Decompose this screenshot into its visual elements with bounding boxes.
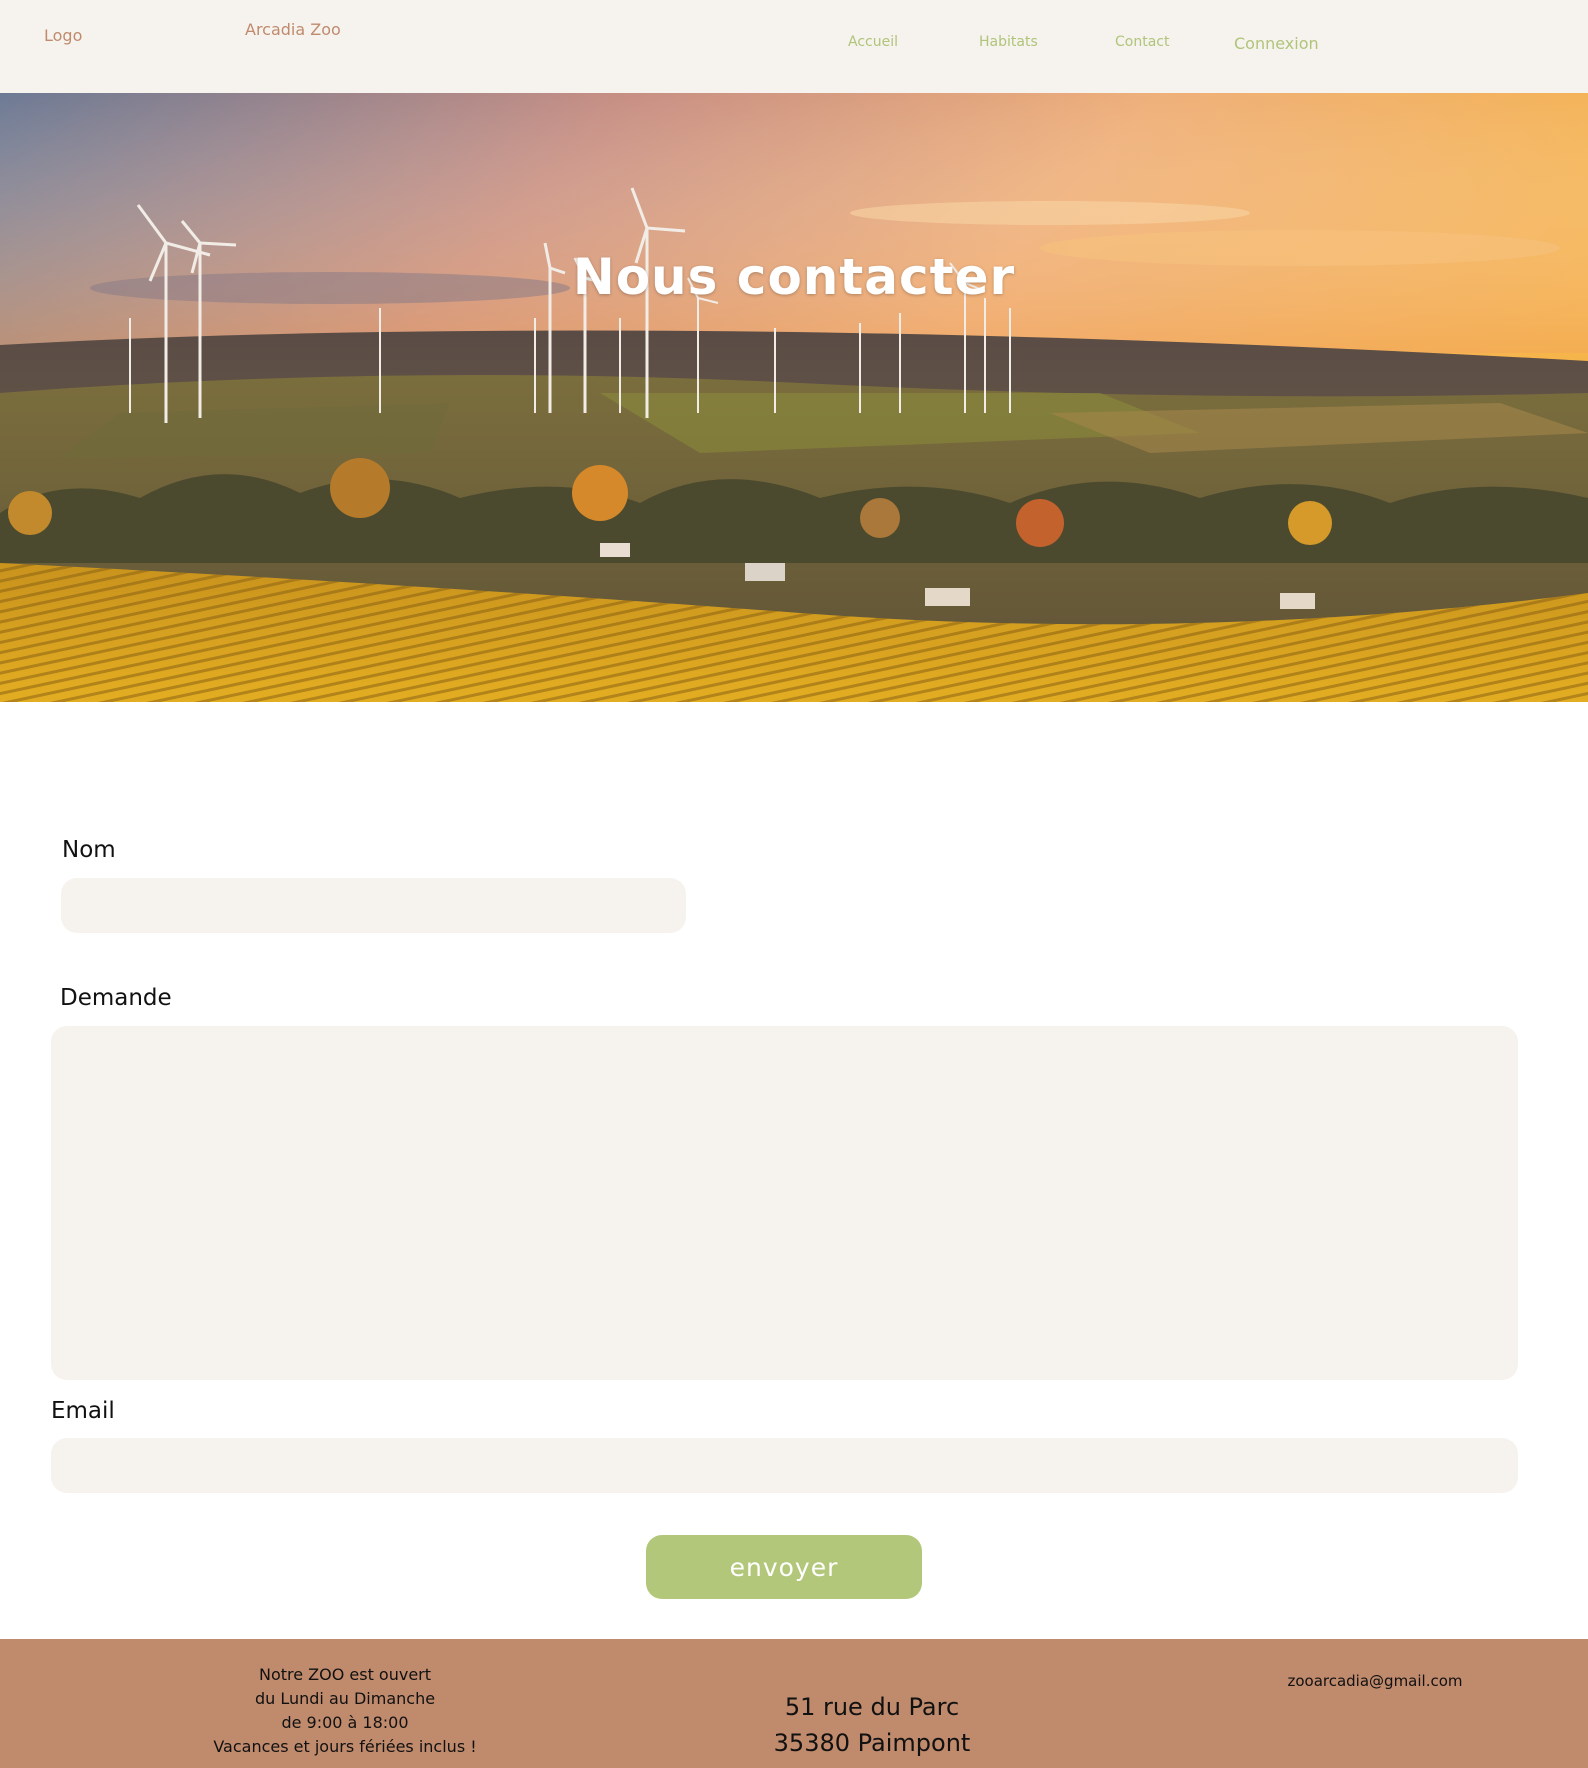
zoo-address: 51 rue du Parc 35380 Paimpont (722, 1689, 1022, 1761)
hero-banner: Nous contacter (0, 93, 1588, 702)
footer-email-link[interactable]: zooarcadia@gmail.com (1240, 1672, 1510, 1690)
hours-line: Vacances et jours fériées inclus ! (213, 1737, 477, 1756)
nav-link-accueil[interactable]: Accueil (848, 34, 898, 50)
opening-hours: Notre ZOO est ouvert du Lundi au Dimanch… (205, 1663, 485, 1759)
address-city: 35380 Paimpont (773, 1729, 971, 1757)
site-brand-name[interactable]: Arcadia Zoo (245, 20, 341, 39)
page-title: Nous contacter (572, 248, 1016, 306)
site-logo[interactable]: Logo (44, 26, 82, 45)
hours-line: Notre ZOO est ouvert (258, 1665, 432, 1684)
site-footer: Notre ZOO est ouvert du Lundi au Dimanch… (0, 1639, 1588, 1768)
nav-link-contact[interactable]: Contact (1115, 34, 1169, 50)
nom-input[interactable] (61, 878, 686, 933)
nom-label: Nom (62, 837, 116, 863)
site-header: Logo Arcadia Zoo Accueil Habitats Contac… (0, 0, 1588, 93)
hours-line: du Lundi au Dimanche (254, 1689, 436, 1708)
demande-label: Demande (60, 985, 172, 1011)
email-input[interactable] (51, 1438, 1518, 1493)
hero-landscape-image (0, 93, 1588, 702)
nav-link-connexion[interactable]: Connexion (1234, 34, 1319, 53)
nav-link-habitats[interactable]: Habitats (979, 34, 1038, 50)
address-street: 51 rue du Parc (784, 1693, 960, 1721)
email-label: Email (51, 1398, 115, 1424)
demande-textarea[interactable] (51, 1026, 1518, 1380)
send-button[interactable]: envoyer (646, 1535, 922, 1599)
hours-line: de 9:00 à 18:00 (281, 1713, 409, 1732)
